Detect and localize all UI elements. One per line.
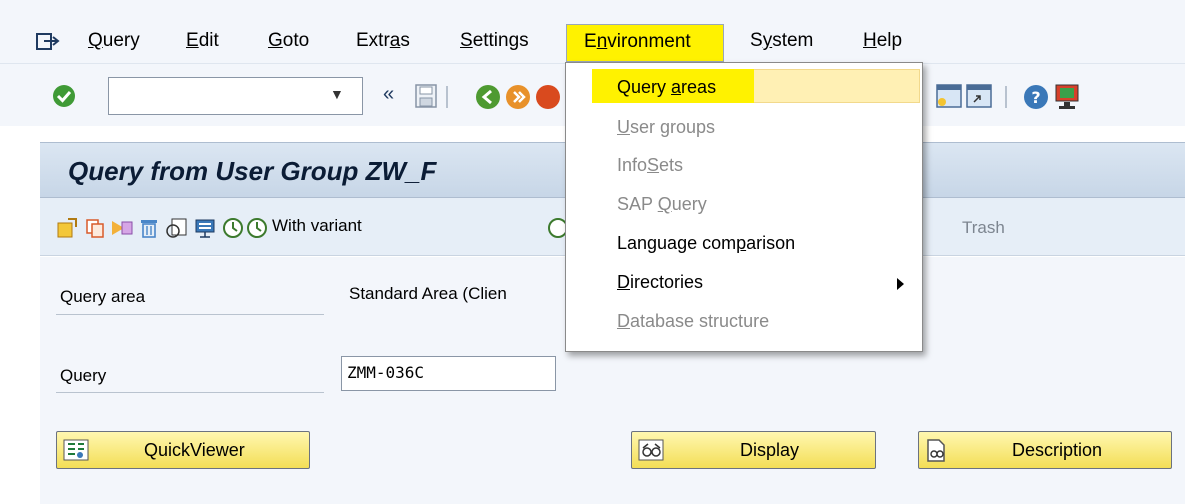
label-underline bbox=[56, 314, 324, 315]
menu-settings[interactable]: Settings bbox=[460, 30, 529, 52]
execute-with-variant-icon[interactable] bbox=[246, 217, 270, 239]
svg-text:?: ? bbox=[1031, 88, 1040, 107]
menu-goto[interactable]: Goto bbox=[268, 30, 309, 52]
menu-item-sap-query: SAP Query bbox=[617, 194, 707, 214]
menu-item-user-groups: User groups bbox=[617, 117, 716, 137]
customize-layout-icon[interactable] bbox=[1053, 84, 1081, 110]
menu-item-language-comparison[interactable]: Language comparison bbox=[566, 219, 922, 257]
back-icon[interactable] bbox=[475, 84, 501, 110]
page-title: Query from User Group ZW_F bbox=[68, 156, 437, 186]
submenu-arrow-icon bbox=[897, 278, 904, 290]
execute-icon[interactable] bbox=[222, 217, 246, 239]
menu-help[interactable]: Help bbox=[863, 30, 902, 52]
create-icon[interactable] bbox=[56, 217, 78, 239]
menu-edit[interactable]: Edit bbox=[186, 30, 219, 52]
background-execute-icon[interactable] bbox=[547, 217, 567, 239]
menu-item-directories[interactable]: Directories bbox=[566, 258, 922, 296]
quickviewer-button[interactable]: QuickViewer bbox=[56, 431, 310, 469]
description-document-icon bbox=[927, 439, 945, 462]
command-dropdown-arrow-icon[interactable]: ▼ bbox=[330, 86, 344, 102]
cancel-icon[interactable] bbox=[535, 84, 565, 110]
trash-button: Trash bbox=[962, 218, 1005, 237]
menu-extras[interactable]: Extras bbox=[356, 30, 410, 52]
menu-system[interactable]: System bbox=[750, 30, 813, 52]
menu-item-query-areas[interactable]: Query areas bbox=[566, 63, 922, 103]
menu-item-infosets: InfoSets bbox=[617, 155, 684, 175]
rename-icon[interactable] bbox=[110, 217, 134, 239]
with-variant-button[interactable]: With variant bbox=[272, 216, 362, 236]
command-field[interactable] bbox=[108, 77, 363, 115]
menu-query[interactable]: Query bbox=[88, 30, 140, 52]
display-glasses-icon bbox=[638, 439, 664, 461]
query-label: Query bbox=[60, 366, 107, 385]
import-icon[interactable] bbox=[166, 217, 190, 239]
menu-item-database-structure: Database structure bbox=[617, 311, 770, 331]
new-session-icon[interactable] bbox=[936, 84, 962, 108]
copy-icon[interactable] bbox=[84, 217, 106, 239]
toolbar-separator bbox=[1005, 86, 1007, 108]
help-icon[interactable]: ? bbox=[1023, 84, 1049, 110]
display-button[interactable]: Display bbox=[631, 431, 876, 469]
quickviewer-icon bbox=[63, 439, 89, 461]
collapse-command-icon[interactable]: « bbox=[383, 83, 394, 106]
enter-check-icon[interactable] bbox=[52, 84, 76, 108]
menu-environment[interactable]: Environment bbox=[566, 24, 724, 62]
transport-icon[interactable] bbox=[194, 217, 218, 239]
query-area-label: Query area bbox=[60, 287, 146, 306]
query-input[interactable]: ZMM-036C bbox=[341, 356, 556, 391]
exit-menu-icon[interactable] bbox=[36, 32, 60, 52]
exit-icon[interactable] bbox=[505, 84, 531, 110]
save-icon[interactable] bbox=[415, 84, 437, 108]
shortcut-icon[interactable] bbox=[966, 84, 992, 108]
label-underline bbox=[56, 392, 324, 393]
query-area-value: Standard Area (Clien bbox=[349, 284, 507, 303]
environment-dropdown-menu: Query areas User groups InfoSets SAP Que… bbox=[565, 62, 923, 352]
toolbar-separator bbox=[446, 86, 448, 108]
description-button[interactable]: Description bbox=[918, 431, 1172, 469]
delete-icon[interactable] bbox=[138, 217, 160, 239]
